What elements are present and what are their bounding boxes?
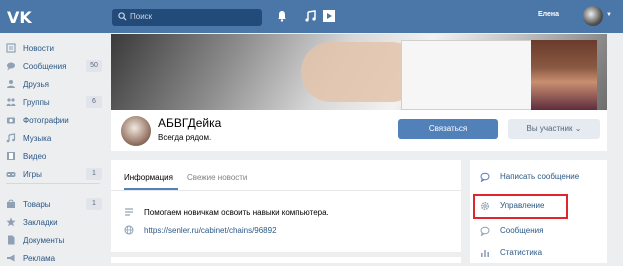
sidebar-item-friends[interactable]: Друзья [0, 76, 104, 92]
groups-icon [6, 98, 16, 106]
member-dropdown-button[interactable]: Вы участник ⌄ [508, 119, 600, 139]
sidebar-item-label: Сообщения [23, 62, 67, 71]
sidebar-item-games[interactable]: Игры 1 [0, 166, 104, 182]
star-icon [6, 217, 16, 227]
sidebar-item-label: Документы [23, 236, 65, 245]
gamepad-icon [6, 172, 16, 177]
chevron-down-icon: ⌄ [574, 124, 582, 133]
cover-portrait-photo [531, 40, 597, 110]
search-input[interactable]: Поиск [112, 9, 262, 26]
link-row: https://senler.ru/cabinet/chains/96892 [124, 225, 444, 237]
search-icon [118, 12, 127, 21]
highlight-box [473, 194, 568, 219]
count-badge: 50 [86, 60, 102, 72]
sidebar-item-label: Фотографии [23, 116, 69, 125]
tab-recent-news[interactable]: Свежие новости [187, 173, 247, 182]
sidebar-item-video[interactable]: Видео [0, 148, 104, 164]
document-icon [8, 235, 15, 245]
shop-icon [7, 199, 15, 208]
news-icon [6, 43, 16, 53]
sidebar-item-messages[interactable]: Сообщения 50 [0, 58, 104, 74]
chat-icon [480, 226, 490, 236]
group-cover-image [111, 34, 607, 110]
group-name: АБВГДейка [158, 116, 222, 130]
action-label: Сообщения [500, 226, 544, 235]
description-row: Помогаем новичкам освоить навыки компьют… [124, 207, 444, 219]
sidebar-item-ads[interactable]: Реклама [0, 250, 104, 266]
next-block-edge [111, 257, 461, 263]
search-placeholder: Поиск [130, 12, 153, 21]
cover-tablet-shape [401, 40, 543, 110]
tab-info[interactable]: Информация [124, 173, 173, 182]
write-message-action[interactable]: Написать сообщение [470, 167, 607, 187]
count-badge: 1 [86, 168, 102, 180]
sidebar-divider [6, 183, 100, 184]
user-name[interactable]: Елена [538, 11, 559, 18]
sidebar-item-label: Друзья [23, 80, 49, 89]
sidebar-item-documents[interactable]: Документы [0, 232, 104, 248]
music-icon[interactable] [305, 10, 316, 22]
info-panel: Информация Свежие новости Помогаем нович… [111, 160, 461, 252]
bell-icon[interactable] [277, 10, 287, 22]
sidebar-item-label: Реклама [23, 254, 56, 263]
statistics-action[interactable]: Статистика [470, 243, 607, 263]
sidebar-item-music[interactable]: Музыка [0, 130, 104, 146]
megaphone-icon [7, 254, 15, 262]
tabs-divider [111, 190, 461, 191]
sidebar-item-label: Игры [23, 170, 42, 179]
action-label: Написать сообщение [500, 172, 580, 181]
group-website-link[interactable]: https://senler.ru/cabinet/chains/96892 [144, 226, 277, 235]
user-avatar[interactable] [583, 6, 603, 26]
sidebar-item-goods[interactable]: Товары 1 [0, 196, 104, 212]
count-badge: 6 [86, 96, 102, 108]
message-icon [7, 62, 15, 71]
music-note-icon [6, 133, 16, 143]
sidebar-item-label: Группы [23, 98, 50, 107]
camera-icon [7, 117, 15, 124]
sidebar-item-bookmarks[interactable]: Закладки [0, 214, 104, 230]
chevron-down-icon[interactable]: ▼ [606, 12, 612, 18]
sidebar-item-photos[interactable]: Фотографии [0, 112, 104, 128]
contact-button[interactable]: Связаться [398, 119, 498, 139]
sidebar-item-groups[interactable]: Группы 6 [0, 94, 104, 110]
group-description: Помогаем новичкам освоить навыки компьют… [144, 208, 329, 217]
sidebar-item-news[interactable]: Новости [0, 40, 104, 56]
globe-icon [124, 225, 134, 235]
friend-icon [7, 80, 15, 88]
bar-chart-icon [481, 250, 489, 257]
sidebar-item-label: Видео [23, 152, 47, 161]
sidebar-item-label: Закладки [23, 218, 58, 227]
group-status: Всегда рядом. [158, 133, 212, 142]
action-label: Статистика [500, 248, 543, 257]
sidebar-item-label: Товары [23, 200, 51, 209]
member-button-label: Вы участник [526, 124, 573, 133]
film-icon [7, 152, 15, 160]
top-bar: VK Поиск Елена ▼ [0, 0, 623, 33]
messages-action[interactable]: Сообщения [470, 221, 607, 241]
text-lines-icon [125, 208, 133, 216]
play-icon[interactable] [323, 10, 335, 22]
chat-icon [480, 172, 490, 182]
group-header: АБВГДейка Всегда рядом. Связаться Вы уча… [111, 110, 607, 151]
vk-logo[interactable]: VK [7, 8, 32, 27]
group-avatar[interactable] [121, 116, 151, 146]
sidebar-item-label: Музыка [23, 134, 52, 143]
count-badge: 1 [86, 198, 102, 210]
sidebar-item-label: Новости [23, 44, 54, 53]
